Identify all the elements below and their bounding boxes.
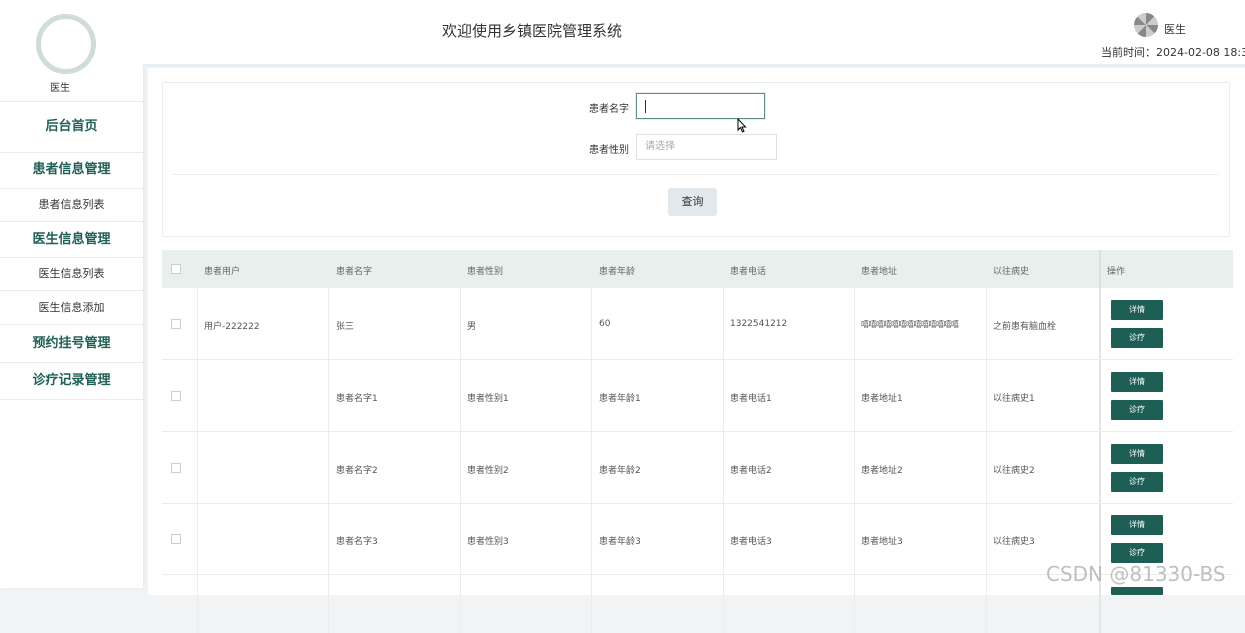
patient-gender-select[interactable]: 请选择 <box>636 134 777 160</box>
text-caret <box>645 100 646 113</box>
cell-gender: 患者性别2 <box>467 466 509 476</box>
cell-gender: 患者性别1 <box>467 394 509 404</box>
cell-phone: 1322541212 <box>730 319 788 329</box>
current-time: 当前时间：2024-02-08 18:34:2 <box>1101 46 1245 59</box>
sidebar-role: 医生 <box>50 83 70 94</box>
avatar <box>36 14 96 74</box>
header-role: 医生 <box>1164 23 1186 36</box>
cell-name: 张三 <box>336 322 355 332</box>
cell-age: 患者年龄3 <box>599 537 641 547</box>
cell-gender: 男 <box>467 322 477 332</box>
cell-name: 患者名字2 <box>336 466 378 476</box>
column-header: 患者电话 <box>730 267 767 277</box>
sidebar-item-doctor-management[interactable]: 医生信息管理 <box>0 222 143 258</box>
sidebar-item-patient-list[interactable]: 患者信息列表 <box>0 189 143 222</box>
cell-address: 嘻嘻嘻嘻嘻嘻嘻嘻嘻嘻嘻嘻嘻 <box>861 320 959 329</box>
detail-button[interactable]: 详情 <box>1111 444 1163 464</box>
query-button[interactable]: 查询 <box>668 188 717 216</box>
patient-name-input[interactable] <box>636 93 765 119</box>
sidebar-item-treatment-records[interactable]: 诊疗记录管理 <box>0 363 143 400</box>
cell-phone: 患者电话1 <box>730 394 772 404</box>
cell-age: 患者年龄1 <box>599 394 641 404</box>
patient-name-label: 患者名字 <box>589 104 629 115</box>
form-divider <box>173 174 1218 175</box>
sidebar-item-doctor-list[interactable]: 医生信息列表 <box>0 258 143 291</box>
sidebar-item-home[interactable]: 后台首页 <box>0 101 143 153</box>
column-header: 患者名字 <box>336 267 373 277</box>
select-all-checkbox[interactable] <box>171 264 181 274</box>
treat-button[interactable]: 诊疗 <box>1111 328 1163 348</box>
cell-phone: 患者电话3 <box>730 537 772 547</box>
cell-address: 患者地址1 <box>861 394 903 404</box>
cell-age: 患者年龄2 <box>599 466 641 476</box>
column-header: 患者年龄 <box>599 267 636 277</box>
table-row: 用户-222222 张三 男 60 1322541212 嘻嘻嘻嘻嘻嘻嘻嘻嘻嘻嘻… <box>162 288 1233 360</box>
sidebar: 医生 后台首页 患者信息管理 患者信息列表 医生信息管理 医生信息列表 医生信息… <box>0 0 143 588</box>
treat-button[interactable]: 诊疗 <box>1111 400 1163 420</box>
cell-history: 之前患有脑血栓 <box>993 322 1057 332</box>
column-header: 以往病史 <box>993 267 1030 277</box>
cell-name: 患者名字1 <box>336 394 378 404</box>
cell-address: 患者地址3 <box>861 537 903 547</box>
patient-gender-label: 患者性别 <box>589 145 629 156</box>
cell-history: 以往病史1 <box>993 394 1035 404</box>
cell-address: 患者地址2 <box>861 466 903 476</box>
row-checkbox[interactable] <box>171 391 181 401</box>
cell-gender: 患者性别3 <box>467 537 509 547</box>
cell-phone: 患者电话2 <box>730 466 772 476</box>
table-row: 患者名字2 患者性别2 患者年龄2 患者电话2 患者地址2 以往病史2 详情 诊… <box>162 432 1233 504</box>
detail-button[interactable]: 详情 <box>1111 515 1163 535</box>
cell-history: 以往病史3 <box>993 537 1035 547</box>
mouse-cursor-icon <box>737 118 747 133</box>
table-row: 患者名字1 患者性别1 患者年龄1 患者电话1 患者地址1 以往病史1 详情 诊… <box>162 360 1233 432</box>
page-title: 欢迎使用乡镇医院管理系统 <box>442 22 623 40</box>
user-avatar[interactable] <box>1134 13 1158 37</box>
table-header: 患者用户 患者名字 患者性别 患者年龄 患者电话 患者地址 以往病史 操作 <box>162 250 1233 288</box>
cell-age: 60 <box>599 319 611 329</box>
top-header <box>143 0 1245 67</box>
treat-button[interactable]: 诊疗 <box>1111 472 1163 492</box>
cell-user: 用户-222222 <box>204 322 260 332</box>
sidebar-item-doctor-add[interactable]: 医生信息添加 <box>0 291 143 325</box>
column-header: 操作 <box>1107 267 1126 277</box>
column-header: 患者地址 <box>861 267 898 277</box>
column-header: 患者性别 <box>467 267 504 277</box>
cell-name: 患者名字3 <box>336 537 378 547</box>
column-header: 患者用户 <box>204 267 241 277</box>
watermark: CSDN @81330-BS <box>1046 562 1226 586</box>
column-divider <box>1099 250 1101 288</box>
treat-button[interactable]: 诊疗 <box>1111 543 1163 563</box>
row-checkbox[interactable] <box>171 534 181 544</box>
row-checkbox[interactable] <box>171 319 181 329</box>
sidebar-item-appointments[interactable]: 预约挂号管理 <box>0 325 143 363</box>
sidebar-item-patient-management[interactable]: 患者信息管理 <box>0 152 143 189</box>
row-checkbox[interactable] <box>171 463 181 473</box>
detail-button[interactable]: 详情 <box>1111 300 1163 320</box>
detail-button[interactable]: 详情 <box>1111 372 1163 392</box>
cell-history: 以往病史2 <box>993 466 1035 476</box>
detail-button-partial[interactable] <box>1111 587 1163 595</box>
